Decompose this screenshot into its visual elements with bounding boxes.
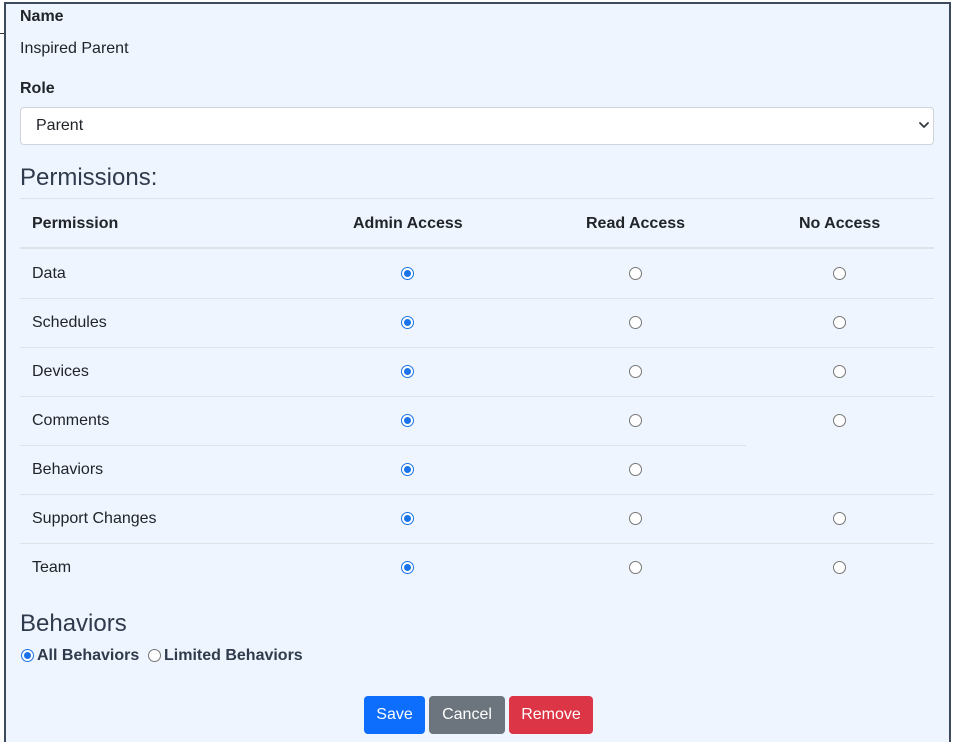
permission-row-label: Devices: [32, 363, 89, 380]
col-header-permission: Permission: [32, 215, 119, 232]
row-divider: [20, 494, 934, 495]
schedules-read-radio[interactable]: [629, 316, 642, 329]
data-read-radio[interactable]: [629, 267, 642, 280]
table-header-rule: [20, 247, 934, 249]
team-read-radio[interactable]: [629, 561, 642, 574]
role-select[interactable]: Parent: [20, 107, 934, 145]
cancel-button[interactable]: Cancel: [429, 696, 505, 734]
permission-row-label: Data: [32, 265, 66, 282]
devices-admin-radio[interactable]: [401, 365, 414, 378]
row-divider: [20, 543, 934, 544]
col-header-no-access: No Access: [799, 215, 881, 232]
all-behaviors-radio[interactable]: [21, 649, 34, 662]
comments-read-radio[interactable]: [629, 414, 642, 427]
comments-admin-radio[interactable]: [401, 414, 414, 427]
remove-button[interactable]: Remove: [509, 696, 593, 734]
team-none-radio[interactable]: [833, 561, 846, 574]
limited-behaviors-radio[interactable]: [148, 649, 161, 662]
devices-none-radio[interactable]: [833, 365, 846, 378]
row-divider: [20, 347, 934, 348]
permission-row-label: Support Changes: [32, 510, 157, 527]
schedules-none-radio[interactable]: [833, 316, 846, 329]
comments-none-radio[interactable]: [833, 414, 846, 427]
support-changes-none-radio[interactable]: [833, 512, 846, 525]
data-none-radio[interactable]: [833, 267, 846, 280]
save-button[interactable]: Save: [364, 696, 425, 734]
all-behaviors-label[interactable]: All Behaviors: [37, 647, 139, 665]
role-select-value: Parent: [36, 117, 84, 134]
behaviors-admin-radio[interactable]: [401, 463, 414, 476]
chevron-down-icon: [919, 122, 929, 128]
behaviors-read-radio[interactable]: [629, 463, 642, 476]
col-header-admin-access: Admin Access: [353, 215, 463, 232]
row-divider: [20, 396, 934, 397]
row-divider: [20, 298, 934, 299]
role-label: Role: [20, 80, 55, 97]
behaviors-heading: Behaviors: [20, 610, 127, 637]
team-admin-radio[interactable]: [401, 561, 414, 574]
permission-row-label: Schedules: [32, 314, 107, 331]
permissions-heading: Permissions:: [20, 164, 158, 191]
col-header-read-access: Read Access: [586, 215, 686, 232]
devices-read-radio[interactable]: [629, 365, 642, 378]
support-changes-admin-radio[interactable]: [401, 512, 414, 525]
schedules-admin-radio[interactable]: [401, 316, 414, 329]
user-edit-panel: Name Inspired Parent Role Parent Permiss…: [4, 2, 951, 742]
name-label: Name: [20, 8, 64, 25]
permission-row-label: Team: [32, 559, 72, 576]
row-divider: [20, 445, 746, 446]
data-admin-radio[interactable]: [401, 267, 414, 280]
permission-row-label: Comments: [32, 412, 110, 429]
table-top-rule: [20, 198, 934, 199]
name-value: Inspired Parent: [20, 40, 129, 57]
permission-row-label: Behaviors: [32, 461, 104, 478]
support-changes-read-radio[interactable]: [629, 512, 642, 525]
limited-behaviors-label[interactable]: Limited Behaviors: [164, 647, 303, 665]
